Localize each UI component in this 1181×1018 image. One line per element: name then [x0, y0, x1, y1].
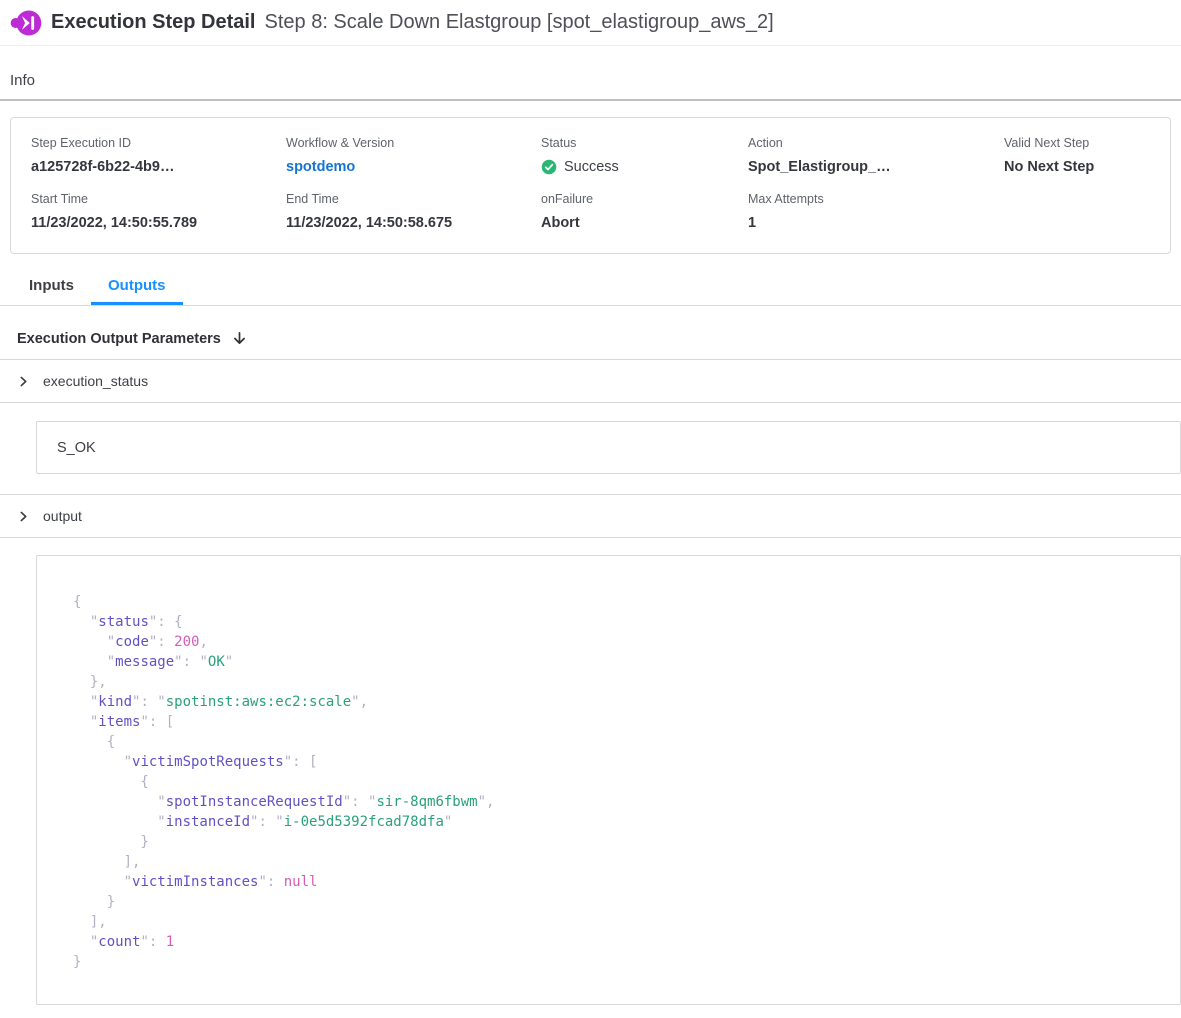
success-check-icon	[541, 159, 557, 175]
tab-outputs[interactable]: Outputs	[91, 269, 183, 305]
group-row-output[interactable]: output	[0, 495, 1181, 537]
field-action: Action Spot_Elastigroup_…	[748, 136, 1004, 175]
field-value: 1	[748, 215, 1004, 231]
page-subtitle: Step 8: Scale Down Elastgroup [spot_elas…	[265, 11, 774, 34]
field-label: onFailure	[541, 192, 748, 206]
spacer	[0, 474, 1181, 494]
field-label: End Time	[286, 192, 541, 206]
output-params-header: Execution Output Parameters	[0, 306, 1181, 359]
header-bar: Execution Step Detail Step 8: Scale Down…	[0, 0, 1181, 46]
field-workflow-version: Workflow & Version spotdemo	[286, 136, 541, 175]
field-label: Action	[748, 136, 1004, 150]
row-divider	[0, 402, 1181, 403]
field-label: Step Execution ID	[31, 136, 286, 150]
field-value: a125728f-6b22-4b9…	[31, 159, 286, 175]
field-value: Spot_Elastigroup_…	[748, 159, 1004, 175]
field-label: Valid Next Step	[1004, 136, 1150, 150]
field-value: No Next Step	[1004, 159, 1150, 175]
field-max-attempts: Max Attempts 1	[748, 192, 1004, 231]
spacer	[0, 538, 1181, 555]
field-label: Start Time	[31, 192, 286, 206]
chevron-right-icon[interactable]	[17, 510, 30, 523]
itential-logo-icon	[10, 9, 42, 37]
info-card: Step Execution ID a125728f-6b22-4b9… Wor…	[10, 117, 1171, 254]
field-onfailure: onFailure Abort	[541, 192, 748, 231]
status-badge: Success	[564, 159, 619, 175]
field-value: Abort	[541, 215, 748, 231]
section-divider	[0, 99, 1181, 101]
field-label: Max Attempts	[748, 192, 1004, 206]
field-status: Status Success	[541, 136, 748, 175]
execution-status-value-box: S_OK	[36, 421, 1181, 474]
field-label: Status	[541, 136, 748, 150]
tab-bar: Inputs Outputs	[0, 269, 1181, 306]
download-arrow-icon[interactable]	[231, 330, 248, 347]
info-section-heading: Info	[0, 46, 1181, 99]
execution-status-value: S_OK	[57, 440, 96, 456]
field-valid-next-step: Valid Next Step No Next Step	[1004, 136, 1150, 175]
tab-inputs[interactable]: Inputs	[12, 269, 91, 305]
group-name: output	[43, 508, 82, 524]
chevron-right-icon[interactable]	[17, 375, 30, 388]
field-end-time: End Time 11/23/2022, 14:50:58.675	[286, 192, 541, 231]
output-params-heading: Execution Output Parameters	[17, 331, 221, 347]
workflow-link[interactable]: spotdemo	[286, 159, 541, 175]
field-label: Workflow & Version	[286, 136, 541, 150]
json-output-code: { "status": { "code": 200, "message": "O…	[73, 592, 1160, 972]
field-step-execution-id: Step Execution ID a125728f-6b22-4b9…	[31, 136, 286, 175]
group-name: execution_status	[43, 373, 148, 389]
output-json-box: { "status": { "code": 200, "message": "O…	[36, 555, 1181, 1005]
field-value: 11/23/2022, 14:50:55.789	[31, 215, 286, 231]
field-value: 11/23/2022, 14:50:58.675	[286, 215, 541, 231]
page-title: Execution Step Detail	[51, 11, 256, 34]
field-start-time: Start Time 11/23/2022, 14:50:55.789	[31, 192, 286, 231]
group-row-execution-status[interactable]: execution_status	[0, 360, 1181, 402]
info-grid: Step Execution ID a125728f-6b22-4b9… Wor…	[31, 136, 1150, 231]
